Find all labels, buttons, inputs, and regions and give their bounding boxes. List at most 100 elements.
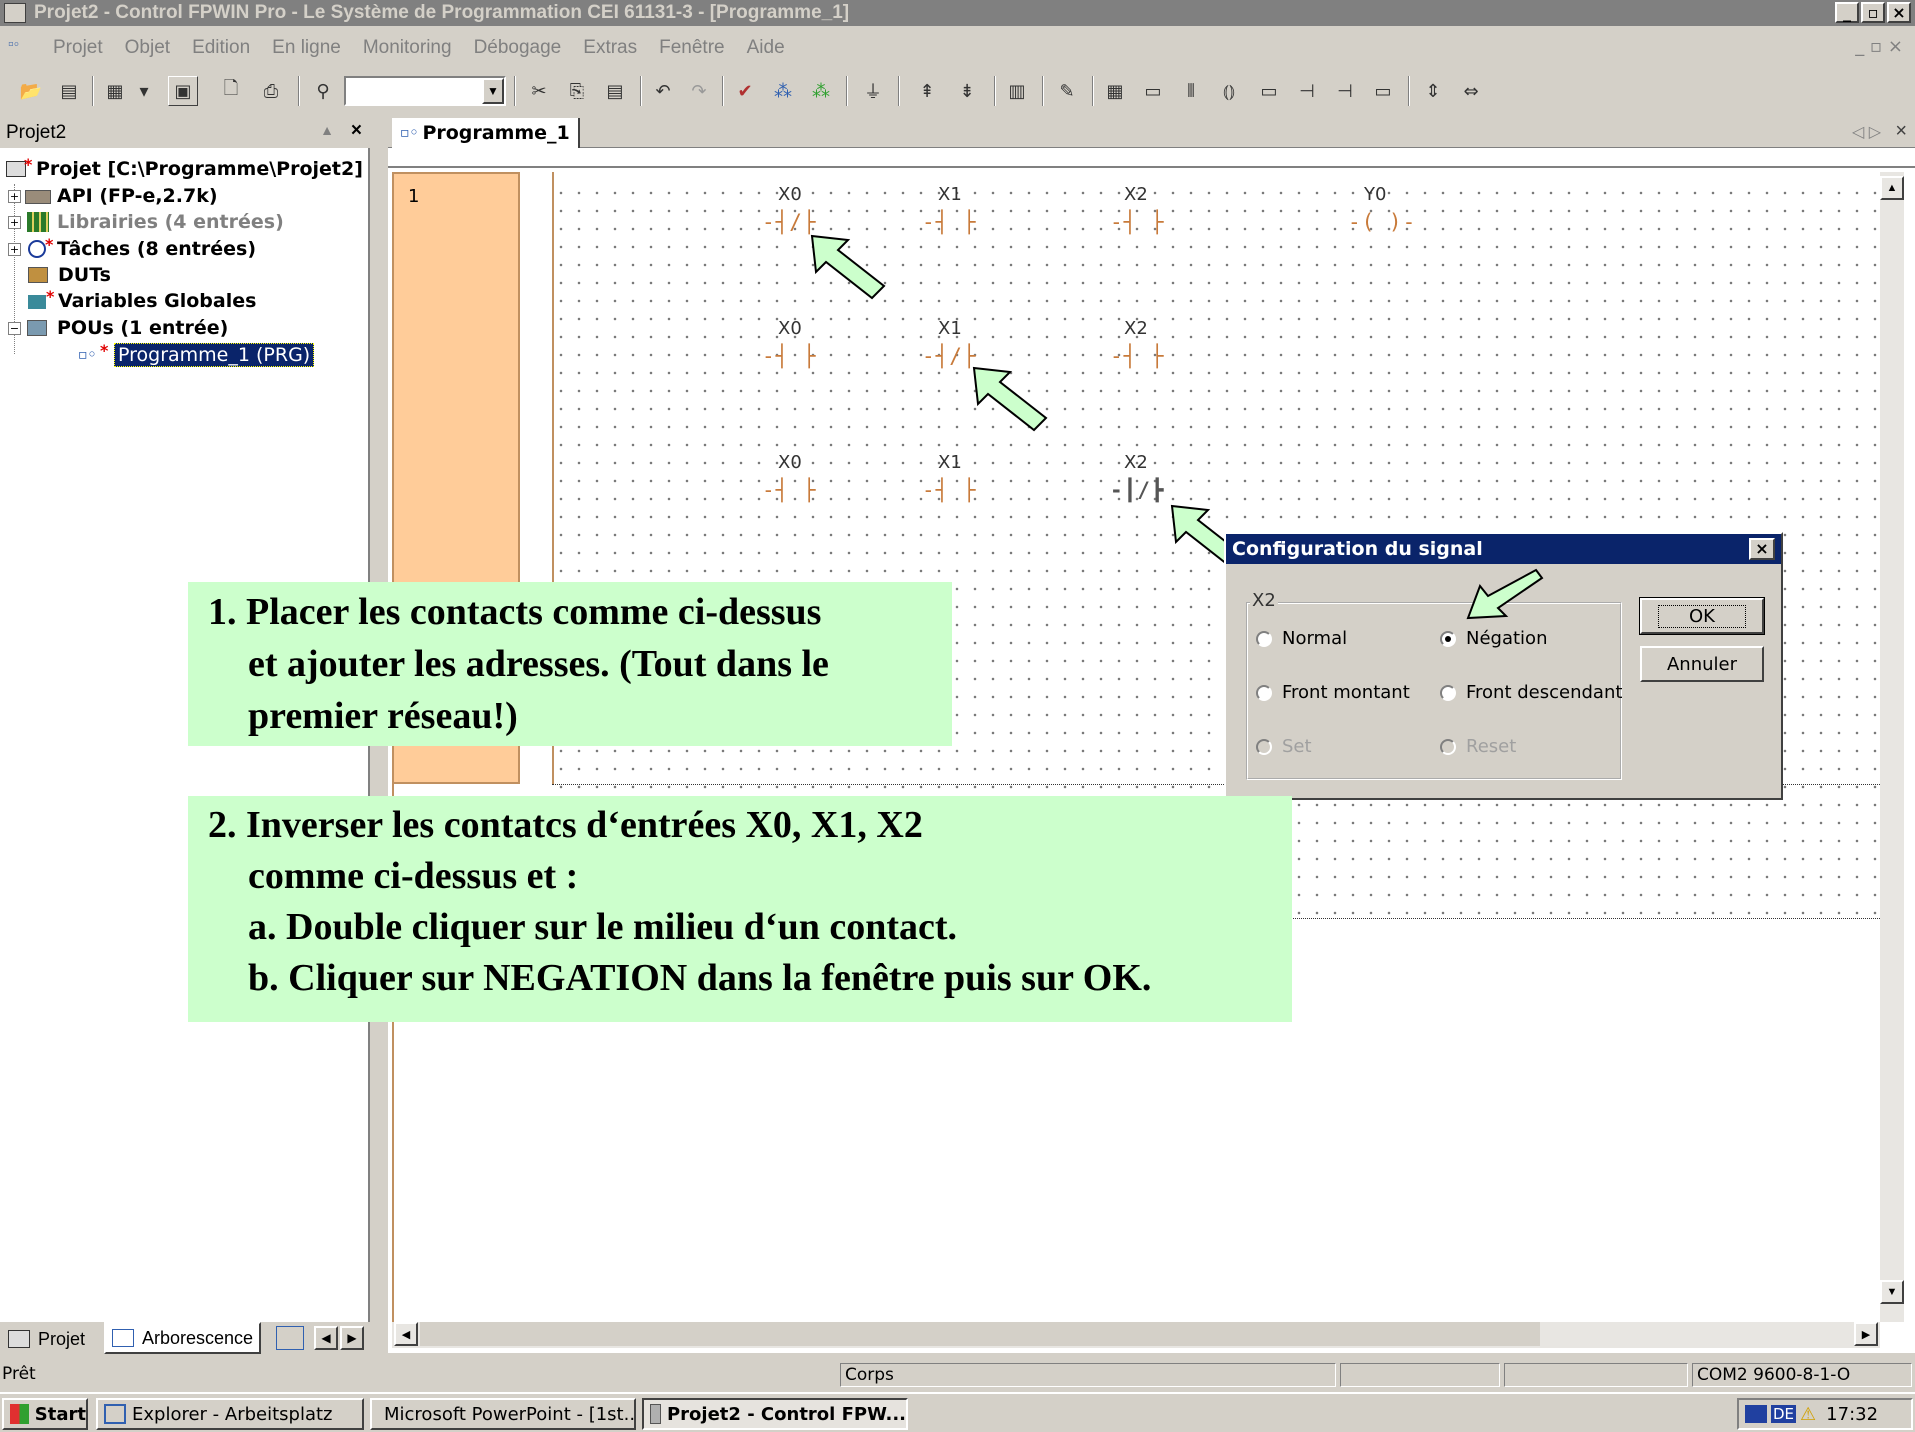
tab-extra-icon[interactable] [276,1326,304,1350]
tab-scroll-left-icon[interactable]: ◀ [314,1326,338,1350]
variable-icon[interactable]: ▦ [1100,76,1130,106]
tree-item-pous[interactable]: − POUs (1 entrée) [8,315,228,341]
task-explorer[interactable]: Explorer - Arbeitsplatz [96,1398,364,1430]
contact-normal[interactable]: -┤ ├ [922,210,977,234]
check-icon[interactable]: ✔ [730,76,760,106]
pencil-icon[interactable]: ✎ [1052,76,1082,106]
scroll-left-icon[interactable]: ◀ [394,1322,418,1346]
collapse-icon[interactable]: − [8,321,21,335]
menu-debogage[interactable]: Débogage [463,37,573,59]
scroll-up-icon[interactable]: ▲ [1880,176,1904,200]
window-icon[interactable]: ▣ [168,76,198,106]
tree-item-variables-globales[interactable]: * Variables Globales [26,287,256,314]
reset-icon[interactable]: ⊣ [1330,76,1360,106]
contact-normal[interactable]: -┤ ├ [922,478,977,502]
comment-icon[interactable]: ▭ [1368,76,1398,106]
warning-icon[interactable]: ⚠ [1800,1404,1816,1425]
project-icon[interactable]: ▦ [100,76,130,106]
insert-network-before-icon[interactable]: ⇞ [912,76,942,106]
panel-close-icon[interactable]: × [351,120,362,142]
set-icon[interactable]: ⊣ [1292,76,1322,106]
language-indicator[interactable]: DE [1771,1405,1797,1423]
print-preview-icon[interactable]: 🗋 [216,76,246,106]
task-powerpoint[interactable]: Microsoft PowerPoint - [1st... [370,1398,636,1430]
radio-negation[interactable]: Négation [1440,628,1547,649]
tab-programme-1[interactable]: ▫◦ Programme_1 [392,118,580,148]
clock: 17:32 [1826,1403,1879,1425]
editor-close-icon[interactable]: × [1895,120,1907,143]
build-icon[interactable]: ⁂ [768,76,798,106]
contact-icon[interactable]: ⫴ [1176,76,1206,106]
radio-normal[interactable]: Normal [1256,628,1347,649]
insert-network-after-icon[interactable]: ⇟ [952,76,982,106]
dropdown-arrow-icon[interactable]: ▾ [136,76,152,106]
menu-edition[interactable]: Edition [181,37,261,59]
copy-icon[interactable]: ⎘ [562,76,592,106]
expand-icon[interactable]: + [8,242,21,256]
maximize-button[interactable]: ▫ [1861,2,1885,23]
cancel-button[interactable]: Annuler [1640,646,1764,682]
horizontal-arrows-icon[interactable]: ⇔ [1456,76,1486,106]
var-icon[interactable]: ▭ [1254,76,1284,106]
combo-arrow-icon[interactable]: ▼ [482,78,504,104]
comment-network-icon[interactable]: ▥ [1002,76,1032,106]
menu-en-ligne[interactable]: En ligne [261,37,352,59]
undo-icon[interactable]: ↶ [648,76,678,106]
contact-address: X0 [778,318,802,339]
menu-aide[interactable]: Aide [736,37,796,59]
menu-objet[interactable]: Objet [114,37,181,59]
menu-monitoring[interactable]: Monitoring [352,37,463,59]
tree-item-programme-1[interactable]: ▫◦ * Programme_1 (PRG) [76,341,315,368]
monitor-icon[interactable] [1745,1405,1767,1423]
online-icon[interactable]: ⏚ [858,76,888,106]
find-icon[interactable]: ⚲ [308,76,338,106]
save-icon[interactable]: ▤ [54,76,84,106]
clock-icon: * [25,235,53,259]
open-icon[interactable]: 📂 [16,76,46,106]
dialog-close-button[interactable]: × [1749,538,1775,560]
box-icon[interactable]: ▭ [1138,76,1168,106]
contact-normal[interactable]: -┤ ├ [762,478,817,502]
task-fpwin[interactable]: Projet2 - Control FPW... [642,1398,908,1430]
minimize-button[interactable]: _ [1835,2,1859,23]
tree-item-api[interactable]: + API (FP-e,2.7k) [8,183,218,209]
contact-normal[interactable]: -┤ ├ [1110,344,1165,368]
vertical-scrollbar[interactable]: ▲ ▼ [1880,172,1904,1322]
scroll-thumb[interactable] [420,1322,1540,1346]
tree-item-taches[interactable]: + * Tâches (8 entrées) [8,235,256,262]
vertical-arrows-icon[interactable]: ⇕ [1418,76,1448,106]
radio-front-descendant[interactable]: Front descendant [1440,682,1622,703]
expand-icon[interactable]: + [8,215,21,229]
tree-item-duts[interactable]: DUTs [26,262,111,288]
tab-projet[interactable]: Projet [2,1324,91,1354]
ok-button[interactable]: OK [1639,597,1765,635]
coil[interactable]: -( )- [1348,210,1416,234]
cut-icon[interactable]: ✂ [524,76,554,106]
rebuild-icon[interactable]: ⁂ [806,76,836,106]
contact-normal[interactable]: -┤ ├ [1110,210,1165,234]
tree-item-project[interactable]: * Projet [C:\Programme\Projet2] [4,155,363,182]
horizontal-scrollbar[interactable]: ◀ ▶ [392,1322,1880,1348]
tab-scroll-right-icon[interactable]: ▶ [340,1326,364,1350]
tab-nav-icon[interactable]: ◁ ▷ [1852,122,1881,142]
menu-extras[interactable]: Extras [572,37,648,59]
close-button[interactable]: × [1887,2,1911,23]
start-button[interactable]: Start [2,1398,88,1430]
contact-negated-selected[interactable]: -┃/┣ [1110,478,1165,502]
paste-icon[interactable]: ▤ [600,76,630,106]
contact-normal[interactable]: -┤ ├ [762,344,817,368]
tab-arborescence[interactable]: Arborescence [104,1322,262,1354]
menu-projet[interactable]: Projet [42,37,114,59]
mdi-controls[interactable]: _ ▫ × [1855,36,1903,57]
coil-icon[interactable]: ⦅⦆ [1214,76,1244,106]
radio-front-montant[interactable]: Front montant [1256,682,1410,703]
panel-collapse-icon[interactable]: ▲ [320,122,334,138]
search-combo[interactable]: ▼ [344,76,506,106]
print-icon[interactable]: ⎙ [256,76,286,106]
redo-icon[interactable]: ↷ [684,76,714,106]
menu-fenetre[interactable]: Fenêtre [648,37,735,59]
scroll-right-icon[interactable]: ▶ [1854,1322,1878,1346]
tree-item-librairies[interactable]: + Librairies (4 entrées) [8,209,284,235]
scroll-down-icon[interactable]: ▼ [1880,1280,1904,1304]
expand-icon[interactable]: + [8,189,21,203]
